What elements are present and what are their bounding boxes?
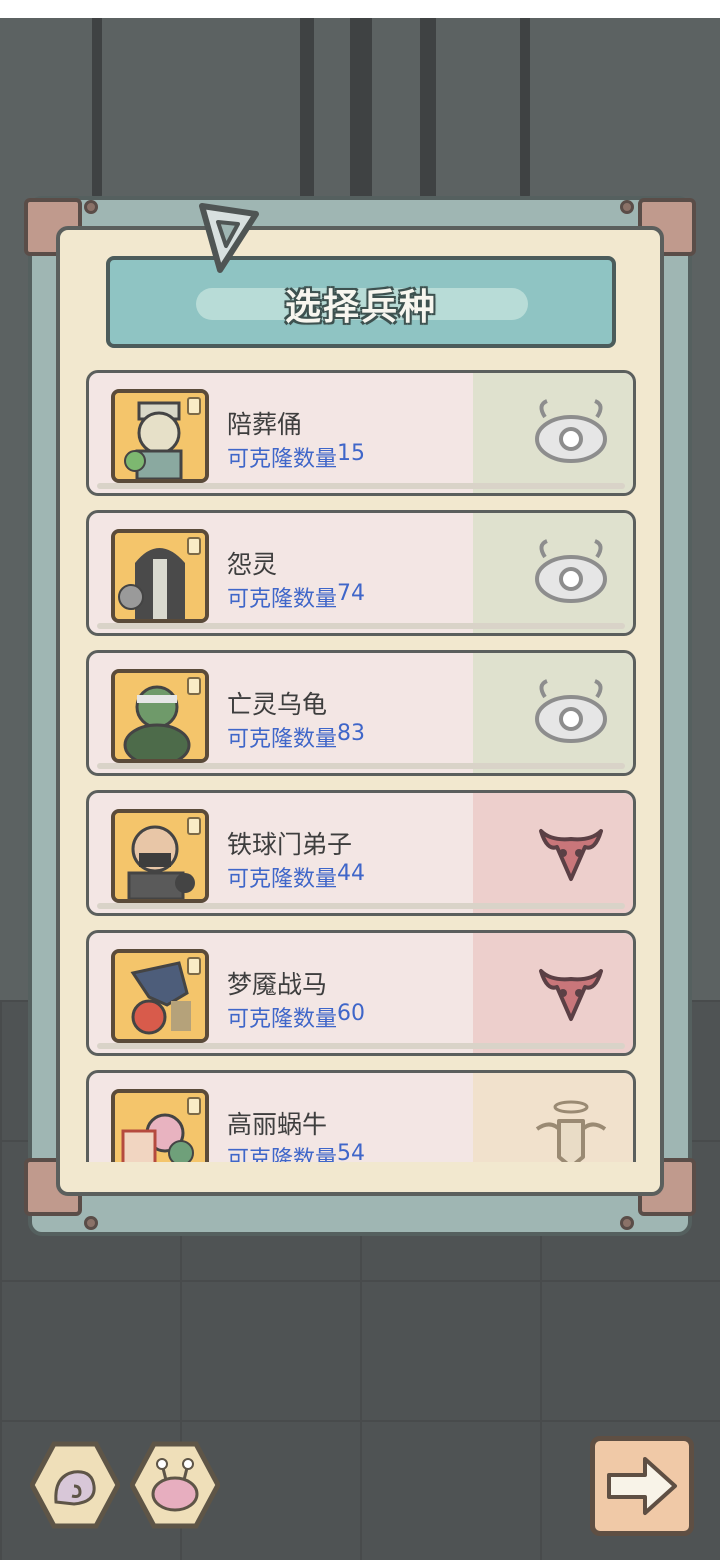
clone-label: 可克隆数量 (227, 447, 338, 472)
unit-card[interactable]: 陪葬俑 可克隆数量 15 (86, 370, 636, 496)
level-tag (187, 957, 201, 975)
level-tag (187, 537, 201, 555)
unit-list[interactable]: 陪葬俑 可克隆数量 15 怨灵 可克隆数量 74 亡灵乌龟 可克隆数量 83 铁… (86, 366, 638, 1162)
unit-name: 陪葬俑 (227, 410, 303, 439)
unit-portrait (111, 529, 209, 623)
level-tag (187, 677, 201, 695)
unit-portrait (111, 1089, 209, 1162)
holy-faction-icon (535, 1100, 607, 1162)
bolt (84, 200, 98, 214)
unit-card[interactable]: 铁球门弟子 可克隆数量 44 (86, 790, 636, 916)
snail-face-button[interactable] (130, 1440, 220, 1530)
unit-name: 怨灵 (227, 550, 278, 579)
level-tag (187, 397, 201, 415)
clone-count: 60 (337, 1001, 365, 1026)
clone-count: 74 (337, 581, 365, 606)
clone-label: 可克隆数量 (227, 727, 338, 752)
clone-count: 44 (337, 861, 365, 886)
unit-name: 亡灵乌龟 (227, 690, 328, 719)
unit-card[interactable]: 怨灵 可克隆数量 74 (86, 510, 636, 636)
cable (92, 0, 102, 200)
next-button[interactable] (590, 1436, 694, 1536)
unit-portrait (111, 389, 209, 483)
bolt (84, 1216, 98, 1230)
cable (420, 0, 436, 210)
unit-portrait (111, 809, 209, 903)
unit-card[interactable]: 梦魇战马 可克隆数量 60 (86, 930, 636, 1056)
cable (520, 0, 530, 200)
unit-name: 梦魇战马 (227, 970, 328, 999)
unit-name: 高丽蜗牛 (227, 1110, 328, 1139)
panel-title: 选择兵种 (284, 287, 437, 328)
clone-label: 可克隆数量 (227, 1007, 338, 1032)
unit-name: 铁球门弟子 (227, 830, 353, 859)
clone-count: 54 (337, 1141, 365, 1162)
clone-label: 可克隆数量 (227, 1147, 338, 1162)
clone-label: 可克隆数量 (227, 867, 338, 892)
arrow-right-icon (607, 1457, 677, 1515)
snail-shell-button[interactable] (30, 1440, 120, 1530)
clone-count: 83 (337, 721, 365, 746)
status-bar (0, 0, 720, 18)
unit-card[interactable]: 高丽蜗牛 可克隆数量 54 (86, 1070, 636, 1162)
undead-faction-icon (535, 679, 607, 743)
level-tag (187, 1097, 201, 1115)
undead-faction-icon (535, 539, 607, 603)
demon-faction-icon (539, 969, 603, 1021)
cable (350, 0, 372, 220)
level-tag (187, 817, 201, 835)
bolt (620, 1216, 634, 1230)
cable (300, 0, 314, 210)
undead-faction-icon (535, 399, 607, 463)
unit-card[interactable]: 亡灵乌龟 可克隆数量 83 (86, 650, 636, 776)
snail-shell-icon (54, 1470, 96, 1506)
demon-faction-icon (539, 829, 603, 881)
clone-label: 可克隆数量 (227, 587, 338, 612)
unit-portrait (111, 669, 209, 763)
bolt (620, 200, 634, 214)
triangle-logo-icon (199, 203, 259, 273)
unit-portrait (111, 949, 209, 1043)
clone-count: 15 (337, 441, 365, 466)
